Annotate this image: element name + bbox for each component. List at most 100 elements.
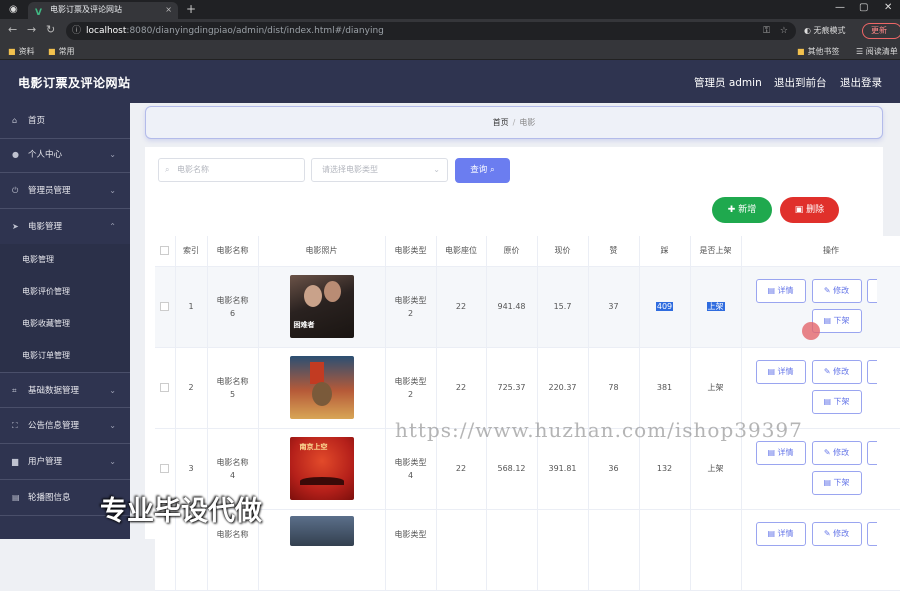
tab-close-icon[interactable]: × [165, 2, 172, 18]
column-header[interactable]: 踩 [639, 236, 691, 267]
back-icon[interactable]: ← [8, 23, 17, 36]
cell-photo [258, 347, 386, 429]
bookmark-folder[interactable]: ■ 资料 [8, 44, 35, 59]
sidebar-item-movies[interactable]: ➤ 电影管理 ⌃ [0, 209, 130, 245]
window-maximize-icon[interactable]: ▢ [859, 0, 868, 16]
back-to-front-link[interactable]: 退出到前台 [774, 75, 827, 90]
update-button[interactable]: 更新 [862, 23, 900, 39]
cell-dislikes [639, 509, 691, 591]
document-icon: ▤ [767, 285, 778, 295]
user-icon: ● [12, 150, 19, 159]
column-header[interactable]: 电影名称 [207, 236, 259, 267]
add-button[interactable]: ✚ 新增 [712, 197, 772, 223]
url-path: :8080/dianyingdingpiao/admin/dist/index.… [126, 26, 384, 36]
window-close-icon[interactable]: ✕ [884, 0, 892, 16]
query-button[interactable]: 查询 ⌕ [455, 158, 510, 183]
sidebar-sub-movie[interactable]: 电影管理 [0, 244, 130, 276]
key-icon[interactable]: ⚿ [763, 22, 770, 40]
column-header[interactable]: 电影照片 [258, 236, 386, 267]
cell-likes [588, 509, 640, 591]
column-header[interactable]: 索引 [175, 236, 208, 267]
sidebar-item-admins[interactable]: ⏻ 管理员管理 ⌄ [0, 173, 130, 209]
column-header[interactable]: 是否上架 [690, 236, 742, 267]
movie-poster-image[interactable] [289, 356, 354, 419]
chevron-down-icon: ⌄ [109, 186, 116, 195]
sidebar: ⌂ 首页 ● 个人中心 ⌄ ⏻ 管理员管理 ⌄ ➤ 电影管理 ⌃ 电影管理 电影评价管理 电影… [0, 103, 130, 539]
document-icon: ▤ [823, 396, 834, 406]
logout-link[interactable]: 退出登录 [840, 75, 882, 90]
column-header[interactable]: 赞 [588, 236, 640, 267]
cell-actions: ▤ 详情 ✎ 修改 ▤ 下架 [741, 266, 900, 348]
send-icon: ➤ [12, 222, 19, 231]
more-button[interactable] [866, 440, 877, 465]
edit-button[interactable]: ✎ 修改 [811, 521, 862, 546]
detail-button[interactable]: ▤ 详情 [755, 440, 806, 465]
reload-icon[interactable]: ↻ [46, 23, 55, 36]
more-button[interactable] [866, 521, 877, 546]
address-bar[interactable]: ⓘ localhost:8080/dianyingdingpiao/admin/… [66, 22, 796, 40]
edit-button[interactable]: ✎ 修改 [811, 359, 862, 384]
plus-icon: ✚ [727, 205, 739, 215]
forward-icon[interactable]: → [27, 23, 36, 36]
document-icon: ▤ [767, 366, 778, 376]
movie-poster-image[interactable]: 南京上空 [289, 437, 354, 500]
column-header[interactable]: 电影座位 [436, 236, 487, 267]
more-button[interactable] [866, 278, 877, 303]
detail-button[interactable]: ▤ 详情 [755, 359, 806, 384]
bookmark-folder[interactable]: ■ 常用 [48, 44, 75, 59]
watermark-text: https://www.huzhan.com/ishop39397 [395, 418, 803, 442]
chrome-menu-icon[interactable]: ◉ [9, 2, 18, 18]
window-minimize-icon[interactable]: — [835, 0, 845, 16]
chevron-up-icon: ⌃ [109, 222, 116, 231]
site-title: 电影订票及评论网站 [18, 76, 131, 90]
new-tab-icon[interactable]: + [186, 0, 196, 18]
cell-current-price [537, 509, 589, 591]
offline-button[interactable]: ▤ 下架 [811, 470, 862, 495]
edit-button[interactable]: ✎ 修改 [811, 278, 862, 303]
column-header[interactable]: 现价 [537, 236, 589, 267]
site-info-icon[interactable]: ⓘ [72, 22, 81, 40]
browser-tab[interactable]: V 电影订票及评论网站 × [28, 2, 178, 19]
detail-button[interactable]: ▤ 详情 [755, 278, 806, 303]
edit-icon: ✎ [823, 285, 834, 295]
bookmark-folder[interactable]: ■ 其他书签 [797, 44, 840, 59]
movie-type-select[interactable]: 请选择电影类型 ⌄ [311, 158, 448, 182]
sidebar-item-base-data[interactable]: ⌗ 基础数据管理 ⌄ [0, 372, 130, 408]
select-all-checkbox[interactable] [155, 236, 176, 267]
cell-index: 1 [175, 266, 208, 348]
chevron-down-icon: ⌄ [109, 457, 116, 466]
tab-title: 电影订票及评论网站 [50, 5, 122, 14]
cell-name: 电影名称 6 [207, 266, 259, 348]
sidebar-item-home[interactable]: ⌂ 首页 [0, 103, 130, 139]
movie-poster-image[interactable]: 困难者 [289, 275, 354, 338]
cell-index: 2 [175, 347, 208, 429]
star-icon[interactable]: ☆ [780, 22, 788, 40]
row-checkbox[interactable] [155, 347, 176, 429]
cell-actions: ▤ 详情 ✎ 修改 ▤ 下架 [741, 347, 900, 429]
delete-button[interactable]: ▣ 删除 [780, 197, 839, 223]
movie-name-input[interactable]: ⌕ 电影名称 [158, 158, 305, 182]
sidebar-item-users[interactable]: ▆ 用户管理 ⌄ [0, 444, 130, 480]
cell-status: 上架 [690, 347, 742, 429]
cell-status [690, 509, 742, 591]
incognito-badge[interactable]: ◐ 无痕模式 [804, 23, 846, 39]
movie-poster-image[interactable] [289, 515, 354, 546]
sidebar-item-notices[interactable]: ⛶ 公告信息管理 ⌄ [0, 408, 130, 444]
main-content: 首页 / 电影 ⌕ 电影名称 请选择电影类型 ⌄ 查询 ⌕ ✚ 新增 ▣ 删除 索引 电… [130, 103, 900, 591]
sidebar-sub-movie-reviews[interactable]: 电影评价管理 [0, 276, 130, 308]
folder-icon: ■ [797, 47, 805, 56]
browser-toolbar: ← → ↻ ⓘ localhost:8080/dianyingdingpiao/… [0, 19, 900, 43]
reading-list[interactable]: ☰ 阅读清单 [856, 44, 898, 59]
edit-button[interactable]: ✎ 修改 [811, 440, 862, 465]
offline-button[interactable]: ▤ 下架 [811, 389, 862, 414]
breadcrumb-home[interactable]: 首页 [493, 118, 509, 127]
more-button[interactable] [866, 359, 877, 384]
sidebar-item-profile[interactable]: ● 个人中心 ⌄ [0, 137, 130, 173]
sidebar-sub-movie-orders[interactable]: 电影订单管理 [0, 340, 130, 372]
detail-button[interactable]: ▤ 详情 [755, 521, 806, 546]
row-checkbox[interactable] [155, 266, 176, 348]
folder-icon: ■ [48, 47, 56, 56]
column-header[interactable]: 原价 [486, 236, 538, 267]
column-header[interactable]: 电影类型 [385, 236, 437, 267]
sidebar-sub-movie-favorites[interactable]: 电影收藏管理 [0, 308, 130, 340]
